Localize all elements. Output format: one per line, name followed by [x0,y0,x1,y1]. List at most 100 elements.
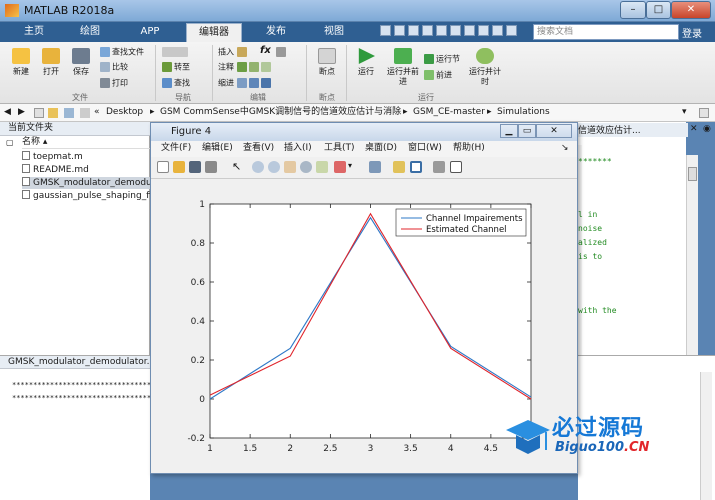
maximize-button[interactable]: □ [646,1,671,19]
editor-close-icon[interactable]: ✕ [690,124,698,134]
hide-plot-tools-icon[interactable] [433,161,445,173]
breadcrumb-gsm[interactable]: GSM_CE-master [413,104,485,121]
file-item[interactable]: README.md [22,164,150,176]
breakpoint-icon [318,48,336,64]
switch-windows-icon[interactable] [464,25,475,36]
m-file-icon [22,177,30,186]
figure-minimize-button[interactable]: ▁ [500,124,518,138]
breakpoints-button[interactable]: 断点 [312,48,342,77]
comment-button[interactable]: 注释 [218,62,273,73]
redo-icon[interactable] [450,25,461,36]
editor-scroll-thumb[interactable] [688,167,697,181]
goto-button[interactable]: 转至 [162,62,190,73]
editor-menu-icon[interactable]: ◉ [703,124,711,134]
figure-close-button[interactable]: ✕ [536,124,572,138]
editor-scrollbar[interactable] [686,155,698,355]
run-button[interactable]: 运行 [352,48,380,77]
insert-legend-icon[interactable] [410,161,422,173]
breadcrumb-project[interactable]: GSM CommSense中GMSK调制信号的信道效应估计与消除 [160,104,401,121]
figure-maximize-button[interactable]: ▭ [518,124,536,138]
menu-desktop[interactable]: 桌面(D) [365,141,397,156]
back-icon[interactable]: ◀ [4,104,11,121]
compare-button[interactable]: 比较 [100,62,128,73]
advance-button[interactable]: 前进 [424,70,452,81]
run-and-time-button[interactable]: 运行并计时 [468,48,502,87]
new-button[interactable]: 新建 [8,48,34,77]
menu-insert[interactable]: 插入(I) [284,141,312,156]
zoom-out-icon[interactable] [268,161,280,173]
open-file-icon[interactable] [173,161,185,173]
path-dropdown-icon[interactable]: ▾ [682,104,687,121]
run-section-button[interactable]: 运行节 [424,54,460,65]
brush-dropdown-icon[interactable]: ▾ [348,161,360,173]
tab-plots[interactable]: 绘图 [64,23,116,42]
menu-help[interactable]: 帮助(H) [453,141,485,156]
current-folder-title: 当前文件夹 [0,122,150,136]
column-header-name[interactable]: 名称 ▴ [22,137,150,149]
show-plot-tools-icon[interactable] [450,161,462,173]
open-button[interactable]: 打开 [38,48,64,77]
file-item[interactable]: toepmat.m [22,151,150,163]
minimize-button[interactable]: – [620,1,646,19]
new-figure-icon[interactable] [157,161,169,173]
quick-save-icon[interactable] [380,25,391,36]
browse-folder-icon[interactable] [48,108,58,118]
insert-function-icon[interactable] [276,47,288,58]
command-scrollbar[interactable] [700,372,712,500]
save-button[interactable]: 保存 [68,48,94,77]
m-file-icon [22,151,30,160]
editor-tab[interactable]: 信道效应估计... [578,123,688,137]
login-button[interactable]: 登录 [682,25,702,40]
pan-icon[interactable] [284,161,296,173]
nav-back-forward[interactable] [162,47,190,58]
insert-colorbar-icon[interactable] [393,161,405,173]
file-item-selected[interactable]: GMSK_modulator_demodulator.m [22,177,150,189]
menu-view[interactable]: 查看(V) [243,141,274,156]
search-documentation-input[interactable]: 搜索文档 [533,24,679,40]
menu-window[interactable]: 窗口(W) [408,141,442,156]
indent-button[interactable]: 缩进 [218,78,273,89]
find-button[interactable]: 查找 [162,78,190,89]
find-files-button[interactable]: 查找文件 [100,47,144,58]
rotate-3d-icon[interactable] [300,161,312,173]
quick-copy-icon[interactable] [408,25,419,36]
close-button[interactable]: ✕ [671,1,711,19]
quick-paste-icon[interactable] [422,25,433,36]
y-tick-label: 0.4 [191,317,206,327]
up-folder-icon[interactable] [34,108,44,118]
tab-apps[interactable]: APP [124,23,176,42]
quick-cut-icon[interactable] [394,25,405,36]
file-item[interactable]: gaussian_pulse_shaping_filter.m [22,190,150,202]
save-figure-icon[interactable] [189,161,201,173]
link-plot-icon[interactable] [369,161,381,173]
tab-editor[interactable]: 编辑器 [186,23,242,42]
root-icon[interactable] [80,108,90,118]
help-question-icon[interactable] [506,25,517,36]
tab-publish[interactable]: 发布 [250,23,302,42]
expand-icon[interactable]: ▢ [6,138,16,148]
brush-icon[interactable] [334,161,346,173]
tab-home[interactable]: 主页 [8,23,60,42]
breadcrumb-desktop[interactable]: Desktop [106,104,143,121]
print-figure-icon[interactable] [205,161,217,173]
edit-plot-icon[interactable]: ↖ [232,161,244,173]
community-icon[interactable] [492,25,503,36]
run-and-advance-button[interactable]: 运行并前进 [386,48,420,87]
code-line: alized [578,238,607,247]
tab-view[interactable]: 视图 [308,23,360,42]
menu-file[interactable]: 文件(F) [161,141,191,156]
breadcrumb-simulations[interactable]: Simulations [497,104,550,121]
search-folder-icon[interactable] [64,108,74,118]
menu-edit[interactable]: 编辑(E) [202,141,233,156]
forward-icon[interactable]: ▶ [18,104,25,121]
help-icon[interactable] [478,25,489,36]
data-cursor-icon[interactable] [316,161,328,173]
print-button[interactable]: 打印 [100,78,128,89]
insert-button[interactable]: 插入 [218,47,249,58]
zoom-in-icon[interactable] [252,161,264,173]
undo-icon[interactable] [436,25,447,36]
menu-tools[interactable]: 工具(T) [324,141,355,156]
menu-dock-icon[interactable]: ↘ [561,141,569,156]
fx-button[interactable]: fx [260,46,271,56]
path-search-icon[interactable] [699,108,709,118]
